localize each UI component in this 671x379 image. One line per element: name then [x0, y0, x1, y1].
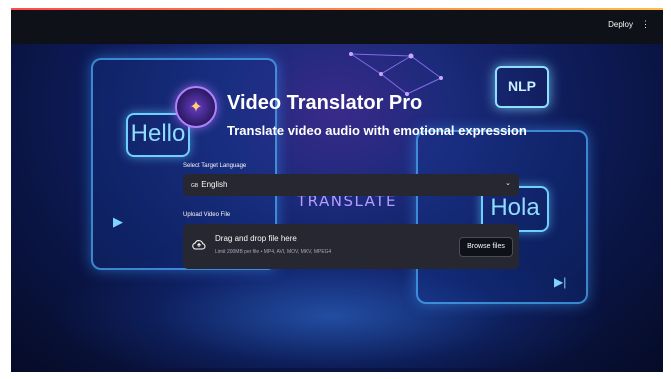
- kebab-menu-icon[interactable]: ⋮: [641, 19, 650, 30]
- file-dropzone[interactable]: Drag and drop file here Limit 200MB per …: [183, 224, 519, 269]
- dropzone-limits: Limit 200MB per file • MP4, AVI, MOV, MK…: [215, 249, 332, 255]
- skip-forward-icon: ▶|: [554, 275, 567, 289]
- page-subtitle: Translate video audio with emotional exp…: [227, 123, 527, 138]
- upload-label: Upload Video File: [183, 212, 231, 218]
- nlp-chip: NLP: [495, 66, 549, 108]
- language-name: English: [201, 180, 228, 189]
- language-selected-value: GB English: [191, 180, 227, 189]
- language-select[interactable]: GB English ⌄: [183, 174, 519, 196]
- app-logo: ✦: [175, 86, 217, 128]
- page-title: Video Translator Pro: [227, 92, 423, 114]
- app-window: Deploy ⋮ Hello Hola NLP TRANSLATE ▶ ▶| ✦…: [11, 8, 663, 372]
- dropzone-title: Drag and drop file here: [215, 234, 297, 243]
- flag-icon: GB: [191, 183, 199, 189]
- deploy-button[interactable]: Deploy: [608, 20, 633, 29]
- app-header: Deploy ⋮: [11, 10, 663, 44]
- language-label: Select Target Language: [183, 163, 247, 169]
- chevron-down-icon: ⌄: [505, 180, 511, 187]
- play-icon: ▶: [113, 214, 123, 229]
- upload-cloud-icon: [192, 240, 206, 250]
- browse-files-button[interactable]: Browse files: [459, 237, 513, 257]
